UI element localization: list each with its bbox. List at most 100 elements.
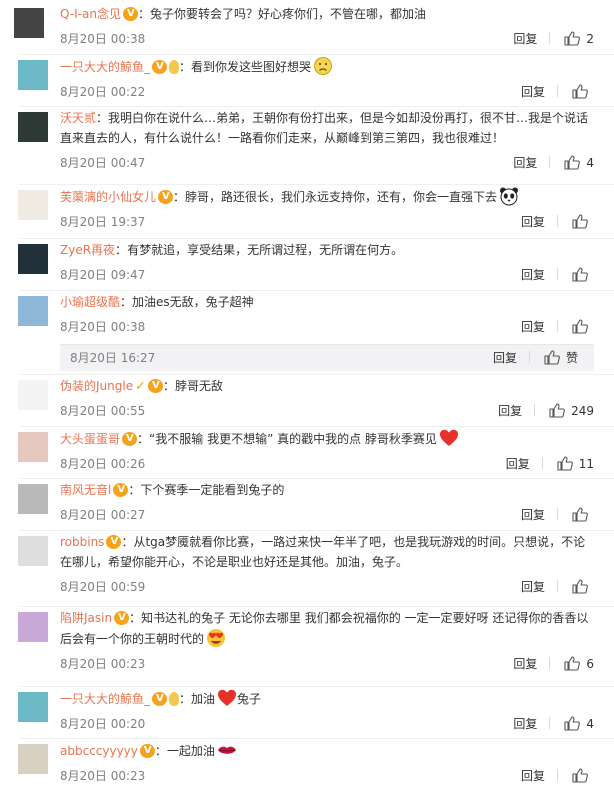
sad-face-emoji-icon bbox=[314, 57, 333, 75]
colon-separator: ： bbox=[121, 535, 134, 549]
thumbs-up-icon bbox=[564, 155, 581, 170]
user-avatar[interactable] bbox=[18, 60, 48, 90]
comment-item: 芙蕖漓的小仙女儿 ：脖哥，路还很长，我们永远支持你，还有，你会一直强下去 8月20日… bbox=[0, 186, 614, 236]
comment-item: 伪装的Jungle✓ ：脖哥无敌 8月20日 00:55 回复 249 bbox=[0, 376, 614, 426]
username-link[interactable]: robbins bbox=[60, 535, 104, 549]
username-link[interactable]: abbcccyyyyy bbox=[60, 744, 138, 758]
user-avatar[interactable] bbox=[18, 380, 48, 410]
reply-button[interactable]: 回复 bbox=[513, 657, 537, 671]
panda-emoji-icon bbox=[500, 187, 519, 206]
heart-eyes-emoji-icon bbox=[207, 629, 226, 647]
vip-badge-icon bbox=[152, 60, 168, 74]
comment-text-line: 芙蕖漓的小仙女儿 ：脖哥，路还很长，我们永远支持你，还有，你会一直强下去 bbox=[60, 186, 594, 207]
user-avatar[interactable] bbox=[18, 244, 48, 274]
like-button[interactable]: 4 bbox=[564, 713, 594, 735]
comment-text: 加油 bbox=[191, 692, 216, 706]
like-button[interactable] bbox=[572, 81, 594, 103]
like-button[interactable]: 6 bbox=[564, 653, 594, 675]
like-button[interactable]: 2 bbox=[564, 28, 594, 50]
comment-divider bbox=[20, 184, 614, 185]
action-divider bbox=[534, 404, 536, 416]
user-avatar[interactable] bbox=[18, 484, 48, 514]
reply-button[interactable]: 回复 bbox=[521, 508, 545, 522]
like-button[interactable] bbox=[572, 316, 594, 338]
username-link[interactable]: 一只大大的鲸鱼_ bbox=[60, 692, 150, 706]
user-avatar[interactable] bbox=[18, 612, 48, 642]
username-link[interactable]: 小瑜超级酷 bbox=[60, 295, 120, 309]
comment-timestamp: 8月20日 00:59 bbox=[60, 580, 146, 594]
colon-separator: ： bbox=[120, 295, 133, 309]
comment-meta: 8月20日 00:27 回复 bbox=[60, 504, 594, 526]
comment-body: 陷阱Jasin：知书达礼的兔子 无论你去哪里 我们都会祝福你的 一定一定要好呀 … bbox=[60, 608, 594, 675]
colon-separator: ： bbox=[96, 111, 109, 125]
user-avatar[interactable] bbox=[18, 744, 48, 774]
user-avatar[interactable] bbox=[18, 692, 48, 722]
thumbs-up-icon bbox=[549, 403, 565, 418]
comment-text-line: 沃天贰：我明白你在说什么…弟弟，王朝你有份打出来，但是今如却没份再打，很不甘…我… bbox=[60, 108, 594, 148]
like-button[interactable]: 11 bbox=[557, 453, 594, 475]
user-avatar[interactable] bbox=[18, 190, 48, 220]
comment-item: 一只大大的鲸鱼_ ：看到你发这些图好想哭 8月20日 00:22 回复 bbox=[0, 56, 614, 106]
action-divider bbox=[557, 508, 558, 520]
sub-like-button[interactable]: 赞 bbox=[544, 347, 578, 369]
comment-meta: 8月20日 00:23 回复 6 bbox=[60, 653, 594, 675]
like-button[interactable]: 4 bbox=[564, 152, 594, 174]
vip-badge-icon bbox=[106, 535, 122, 549]
comment-text: 有梦就追，享受结果，无所谓过程，无所谓在何方。 bbox=[127, 243, 404, 257]
reply-button[interactable]: 回复 bbox=[521, 320, 545, 334]
comment-actions: 回复 249 bbox=[498, 400, 594, 422]
reply-button[interactable]: 回复 bbox=[513, 32, 537, 46]
reply-button[interactable]: 回复 bbox=[521, 580, 545, 594]
comment-text-line: 一只大大的鲸鱼_ ：加油 兔子 bbox=[60, 688, 594, 709]
user-avatar[interactable] bbox=[18, 112, 48, 142]
reply-button[interactable]: 回复 bbox=[506, 457, 530, 471]
username-link[interactable]: 一只大大的鲸鱼_ bbox=[60, 60, 150, 74]
vip-badge-icon bbox=[122, 432, 138, 446]
reply-button[interactable]: 回复 bbox=[521, 268, 545, 282]
reply-button[interactable]: 回复 bbox=[513, 156, 537, 170]
thumbs-up-icon bbox=[572, 768, 588, 783]
comment-body: 沃天贰：我明白你在说什么…弟弟，王朝你有份打出来，但是今如却没份再打，很不甘…我… bbox=[60, 108, 594, 174]
user-avatar[interactable] bbox=[18, 432, 48, 462]
comment-text: 脖哥，路还很长，我们永远支持你，还有，你会一直强下去 bbox=[185, 190, 498, 204]
reply-button[interactable]: 回复 bbox=[498, 404, 522, 418]
username-link[interactable]: 芙蕖漓的小仙女儿 bbox=[60, 190, 156, 204]
thumbs-up-icon bbox=[544, 350, 560, 365]
username-link[interactable]: ZyeR再夜 bbox=[60, 243, 115, 257]
comment-timestamp: 8月20日 09:47 bbox=[60, 268, 146, 282]
like-button[interactable] bbox=[572, 264, 594, 286]
reply-button[interactable]: 回复 bbox=[521, 215, 545, 229]
sub-reply-button[interactable]: 回复 bbox=[493, 351, 517, 365]
vip-badge-icon bbox=[114, 611, 130, 625]
reply-button[interactable]: 回复 bbox=[513, 717, 537, 731]
like-button[interactable]: 249 bbox=[549, 400, 594, 422]
colon-separator: ： bbox=[129, 611, 142, 625]
comment-item: 小瑜超级酷：加油es无敌，兔子超神 8月20日 00:38 回复 8月20日 16:2… bbox=[0, 292, 614, 371]
reply-button[interactable]: 回复 bbox=[521, 769, 545, 783]
username-link[interactable]: 大头蛋蛋哥 bbox=[60, 432, 120, 446]
colon-separator: ： bbox=[173, 190, 186, 204]
reply-button[interactable]: 回复 bbox=[521, 85, 545, 99]
username-link[interactable]: 沃天贰 bbox=[60, 111, 96, 125]
like-button[interactable] bbox=[572, 576, 594, 598]
username-link[interactable]: 伪装的Jungle bbox=[60, 379, 133, 393]
username-link[interactable]: 南风无音l bbox=[60, 483, 111, 497]
username-link[interactable]: Q-I-an念见 bbox=[60, 7, 121, 21]
like-button[interactable] bbox=[572, 765, 594, 787]
thumbs-up-icon bbox=[572, 507, 588, 522]
action-divider bbox=[557, 320, 558, 332]
sub-like-label: 赞 bbox=[565, 351, 578, 365]
user-avatar[interactable] bbox=[14, 8, 44, 38]
comment-text: 看到你发这些图好想哭 bbox=[191, 60, 312, 74]
comment-meta: 8月20日 00:26 回复 11 bbox=[60, 453, 594, 475]
comment-text: 脖哥无敌 bbox=[175, 379, 224, 393]
user-avatar[interactable] bbox=[18, 536, 48, 566]
comment-text: 一起加油 bbox=[166, 744, 215, 758]
user-avatar[interactable] bbox=[18, 296, 48, 326]
thumbs-up-icon bbox=[572, 214, 588, 229]
like-button[interactable] bbox=[572, 504, 594, 526]
comment-meta: 8月20日 19:37 回复 bbox=[60, 211, 594, 233]
username-link[interactable]: 陷阱Jasin bbox=[60, 611, 112, 625]
like-button[interactable] bbox=[572, 211, 594, 233]
comment-item: 大头蛋蛋哥：“我不服输 我更不想输” 真的戳中我的点 脖哥秋季赛见8月20日 0… bbox=[0, 428, 614, 478]
